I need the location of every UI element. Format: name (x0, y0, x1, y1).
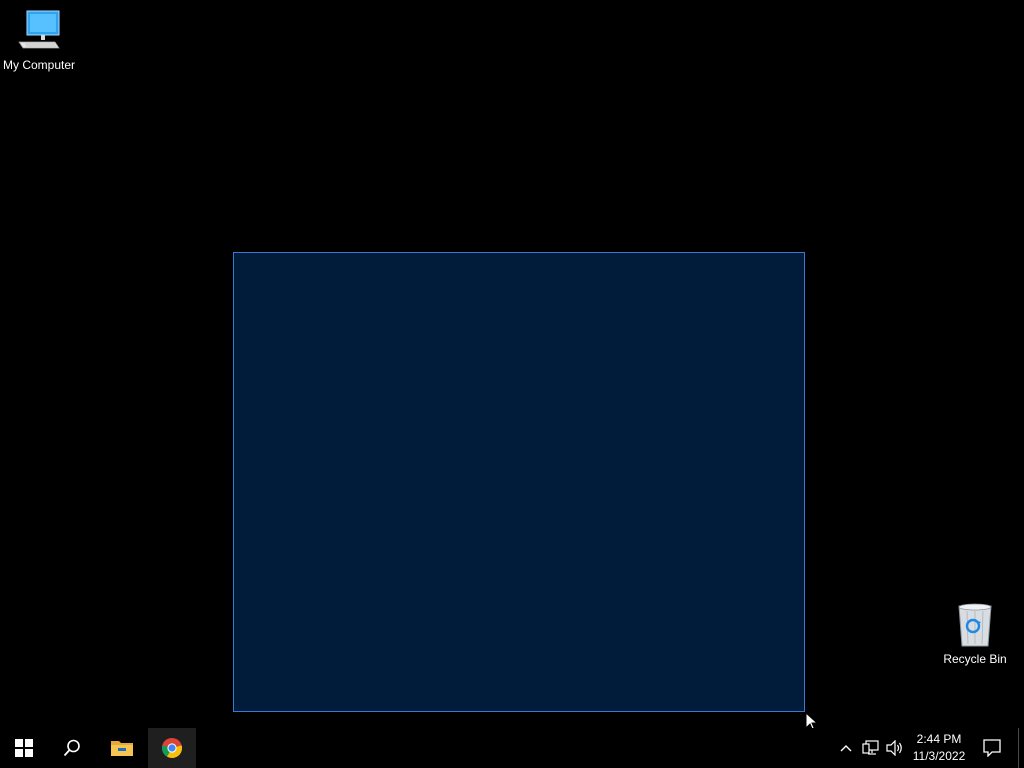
show-desktop-button[interactable] (1018, 728, 1024, 768)
selection-rectangle (233, 252, 805, 712)
monitor-icon (18, 10, 60, 49)
file-explorer-button[interactable] (98, 728, 146, 768)
desktop-icon-recycle-bin[interactable]: Recycle Bin (936, 602, 1014, 666)
recycle-bin-icon (958, 603, 992, 647)
network-button[interactable] (860, 728, 882, 768)
windows-logo-icon (15, 739, 33, 757)
action-center-button[interactable] (978, 728, 1006, 768)
desktop-icon-label: Recycle Bin (943, 652, 1007, 666)
taskbar: 2:44 PM 11/3/2022 (0, 728, 1024, 768)
volume-button[interactable] (884, 728, 906, 768)
start-button[interactable] (0, 728, 48, 768)
clock-time: 2:44 PM (916, 732, 962, 746)
chrome-taskbar-button[interactable] (148, 728, 196, 768)
desktop-icon-label: My Computer (2, 58, 76, 72)
show-hidden-icons-button[interactable] (836, 728, 856, 768)
search-button[interactable] (48, 728, 96, 768)
folder-icon (111, 741, 133, 756)
desktop-icon-my-computer[interactable]: My Computer (0, 8, 78, 72)
notification-icon (983, 739, 1001, 757)
taskbar-clock[interactable]: 2:44 PM 11/3/2022 (908, 728, 970, 768)
clock-date: 11/3/2022 (912, 749, 966, 763)
network-icon (862, 740, 879, 755)
chevron-up-icon (840, 745, 852, 752)
desktop[interactable]: My Computer Recycle Bin (0, 0, 1024, 732)
search-icon (63, 739, 80, 757)
chrome-icon (161, 738, 183, 759)
volume-icon (886, 740, 902, 756)
